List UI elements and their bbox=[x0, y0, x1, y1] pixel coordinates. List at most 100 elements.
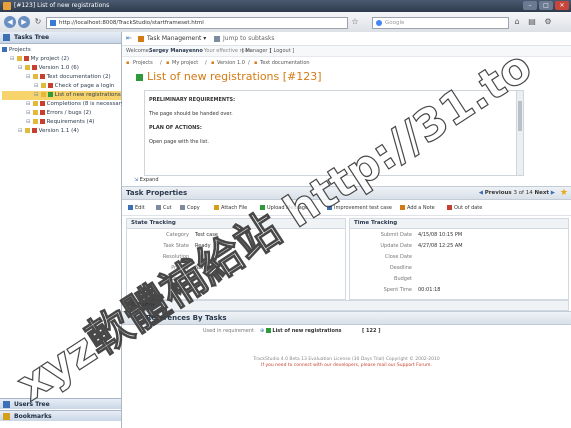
reference-label: Used in requirement bbox=[202, 328, 254, 334]
tree-root[interactable]: Projects bbox=[2, 46, 121, 55]
status-icon bbox=[39, 101, 45, 106]
folder-icon bbox=[2, 47, 7, 52]
add-note-button[interactable]: Add a Note bbox=[400, 201, 435, 215]
property-value: 00:01:18 bbox=[418, 287, 441, 293]
main-content: ⇤ Task Management ▾ Jump to subtasks Wel… bbox=[122, 32, 571, 428]
property-value: 4/27/08 12:25 AM bbox=[418, 243, 463, 249]
top-menu: ⇤ Task Management ▾ Jump to subtasks bbox=[122, 32, 571, 46]
breadcrumb-my-project[interactable]: My project bbox=[172, 58, 198, 68]
logout-link[interactable]: [ Logout ] bbox=[270, 46, 294, 56]
minimize-button[interactable]: – bbox=[523, 1, 537, 10]
tree-item-label: Check of page a login bbox=[54, 83, 115, 89]
tree-item[interactable]: ⊟ Errors / bugs (2) bbox=[2, 109, 121, 118]
property-row: Spent Time 00:01:18 bbox=[350, 286, 568, 295]
copy-button[interactable]: Copy bbox=[180, 201, 200, 215]
app-icon bbox=[3, 2, 11, 10]
page-menu-icon[interactable]: ▤ bbox=[527, 17, 537, 27]
cut-icon bbox=[156, 205, 161, 210]
property-label: Update Date bbox=[380, 243, 412, 249]
page-number: [#123] bbox=[282, 70, 322, 83]
collapse-icon[interactable]: ⇤ bbox=[126, 32, 132, 45]
tree-toggle-icon[interactable]: ⊟ bbox=[26, 110, 31, 116]
tree-item-label: Errors / bugs (2) bbox=[46, 110, 92, 116]
address-bar[interactable]: http://localhost:8008/TrackStudio/startf… bbox=[46, 17, 348, 29]
property-label: Resolution bbox=[162, 254, 189, 260]
previous-link[interactable]: Previous bbox=[485, 190, 512, 196]
tree-toggle-icon[interactable]: ⊟ bbox=[26, 101, 31, 107]
tools-gear-icon[interactable]: ⚙ bbox=[543, 17, 553, 27]
tree-item[interactable]: ⊟ Completions (8 is necessary) bbox=[2, 100, 126, 109]
users-tree-label: Users Tree bbox=[14, 401, 50, 408]
property-row: Submit Date 4/15/08 10:15 PM bbox=[350, 231, 568, 240]
breadcrumb-projects[interactable]: Projects bbox=[133, 58, 153, 68]
home-icon[interactable]: ⌂ bbox=[512, 17, 522, 27]
pager: ◀ Previous 3 of 14 Next ▶ ★ bbox=[479, 188, 568, 198]
property-row: Update Date 4/27/08 12:25 AM bbox=[350, 242, 568, 251]
status-icon bbox=[39, 74, 45, 79]
tree-toggle-icon[interactable]: ⊟ bbox=[18, 128, 23, 134]
bookmarks-tab[interactable]: Bookmarks bbox=[0, 410, 121, 421]
forward-button[interactable]: ▶ bbox=[18, 16, 30, 28]
favicon-icon bbox=[50, 19, 56, 26]
tree-toggle-icon[interactable]: ⊟ bbox=[18, 65, 23, 71]
welcome-user[interactable]: Sergey Manayenno bbox=[149, 46, 203, 56]
status-icon bbox=[39, 119, 45, 124]
reload-icon[interactable]: ↻ bbox=[33, 17, 43, 27]
cut-label: Cut bbox=[163, 205, 172, 211]
tasks-tree-title: Tasks Tree bbox=[14, 34, 50, 41]
tree-item[interactable]: ⊟ Requirements (4) bbox=[2, 118, 121, 127]
references-title: References By Tasks bbox=[146, 314, 227, 322]
property-label: Handler bbox=[169, 287, 189, 293]
description-scrollbar[interactable] bbox=[516, 91, 523, 175]
search-box[interactable]: Google bbox=[372, 17, 509, 29]
window-title: [#123] List of new registrations bbox=[14, 2, 110, 9]
breadcrumb-text-documentation[interactable]: Text documentation bbox=[260, 58, 310, 68]
expand-link[interactable]: ⇲ Expand bbox=[134, 177, 159, 183]
back-button[interactable]: ◀ bbox=[4, 16, 16, 28]
tree-toggle-icon[interactable]: ⊟ bbox=[10, 56, 15, 62]
close-button[interactable]: ✕ bbox=[555, 1, 569, 10]
edit-button[interactable]: Edit bbox=[128, 201, 145, 215]
tree-item-label: My project (2) bbox=[30, 56, 69, 62]
tree-item[interactable]: ⊟ Version 1.1 (4) bbox=[2, 127, 121, 136]
cut-button[interactable]: Cut bbox=[156, 201, 172, 215]
property-row: Close Date bbox=[350, 253, 568, 262]
next-link[interactable]: Next bbox=[535, 190, 550, 196]
reference-task[interactable]: ⊕ List of new registrations bbox=[260, 327, 342, 336]
breadcrumb-version[interactable]: Version 1.0 bbox=[217, 58, 245, 68]
task-management-menu[interactable]: Task Management ▾ bbox=[138, 32, 206, 45]
tree-toggle-icon[interactable]: ⊟ bbox=[26, 74, 31, 80]
users-tree-tab[interactable]: Users Tree bbox=[0, 398, 121, 409]
tree-item[interactable]: ⊟ Version 1.0 (6) bbox=[2, 64, 121, 73]
page-title-text: List of new registrations bbox=[147, 70, 280, 83]
previous-arrow-icon[interactable]: ◀ bbox=[479, 190, 483, 196]
scroll-thumb[interactable] bbox=[518, 101, 522, 131]
upload-message-button[interactable]: Upload Message bbox=[260, 201, 308, 215]
tree-toggle-icon[interactable]: ⊟ bbox=[26, 119, 31, 125]
tree-item[interactable]: ⊟ My project (2) bbox=[2, 55, 121, 64]
jump-icon bbox=[214, 35, 220, 42]
description-box: PRELIMINARY REQUIREMENTS: The page shoul… bbox=[144, 90, 524, 176]
attach-label: Attach File bbox=[221, 205, 248, 211]
folder-icon bbox=[40, 83, 46, 88]
tree-item[interactable]: ⊟ List of new registrations bbox=[2, 91, 121, 100]
next-arrow-icon[interactable]: ▶ bbox=[551, 190, 555, 196]
task-status-icon bbox=[136, 73, 143, 81]
expand-label: Expand bbox=[139, 177, 159, 183]
tree-item[interactable]: ⊟ Check of page a login bbox=[2, 82, 121, 91]
tasks-tree-header[interactable]: Tasks Tree bbox=[0, 32, 121, 44]
maximize-button[interactable]: □ bbox=[539, 1, 553, 10]
property-row: Budget bbox=[350, 275, 568, 284]
tree-toggle-icon[interactable]: ⊟ bbox=[34, 92, 39, 98]
attach-file-button[interactable]: Attach File bbox=[214, 201, 247, 215]
property-label: Close Date bbox=[384, 254, 412, 260]
tree-item[interactable]: ⊟ Text documentation (2) bbox=[2, 73, 121, 82]
favorite-star-icon[interactable]: ★ bbox=[560, 188, 568, 198]
tree-toggle-icon[interactable]: ⊟ bbox=[34, 83, 39, 89]
references-bar: References By Tasks bbox=[122, 311, 571, 325]
jump-to-subtasks-menu[interactable]: Jump to subtasks bbox=[214, 32, 275, 45]
out-of-date-button[interactable]: Out of date bbox=[447, 201, 482, 215]
pager-current: 3 bbox=[513, 190, 517, 196]
bookmark-star-icon[interactable]: ☆ bbox=[350, 17, 360, 27]
improvement-button[interactable]: Improvement test case bbox=[327, 201, 392, 215]
